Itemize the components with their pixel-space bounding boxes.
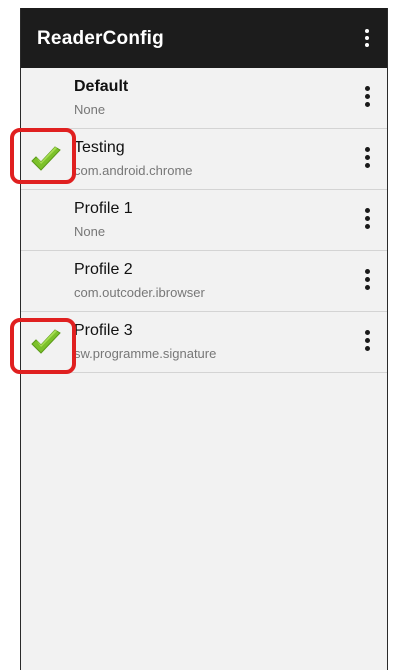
profile-name: Profile 2 <box>74 261 133 278</box>
profile-name: Profile 3 <box>74 322 133 339</box>
profile-package: None <box>74 102 106 117</box>
profile-row-profile-2[interactable]: Profile 2 com.outcoder.ibrowser <box>21 251 387 312</box>
profile-name: Default <box>74 78 129 95</box>
profile-package: com.android.chrome <box>74 163 193 178</box>
profile-name: Testing <box>74 139 125 156</box>
profile-package: com.outcoder.ibrowser <box>74 285 205 300</box>
more-vert-icon[interactable] <box>347 312 387 372</box>
more-vert-icon[interactable] <box>347 251 387 311</box>
more-vert-icon[interactable] <box>347 68 387 128</box>
profile-row-profile-1[interactable]: Profile 1 None <box>21 190 387 251</box>
profile-package: sw.programme.signature <box>74 346 217 361</box>
highlight-box <box>10 318 76 374</box>
profile-package: None <box>74 224 106 239</box>
app-title: ReaderConfig <box>37 28 164 49</box>
profile-name: Profile 1 <box>74 200 133 217</box>
more-vert-icon[interactable] <box>347 8 387 68</box>
app-bar: ReaderConfig <box>21 8 387 68</box>
highlight-box <box>10 128 76 184</box>
more-vert-icon[interactable] <box>347 190 387 250</box>
profile-row-default[interactable]: Default None <box>21 68 387 129</box>
more-vert-icon[interactable] <box>347 129 387 189</box>
